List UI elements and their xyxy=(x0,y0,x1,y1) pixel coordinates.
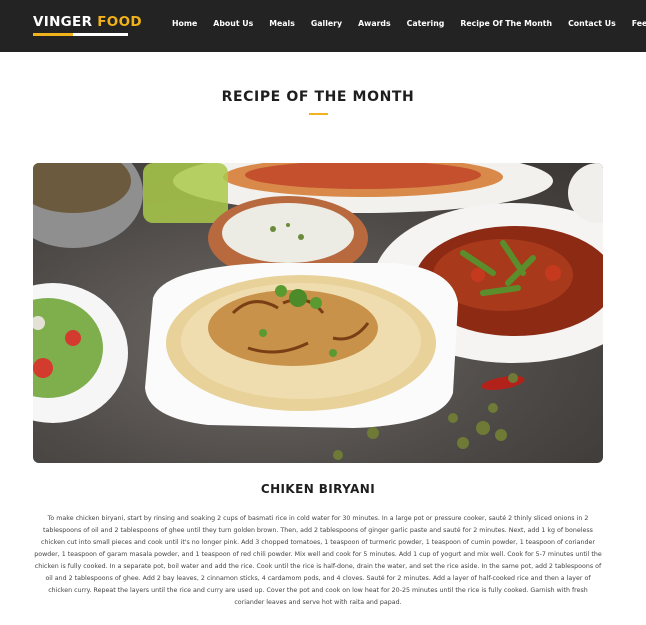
recipe-hero-image xyxy=(33,163,603,463)
nav-link-recipe-of-the-month[interactable]: Recipe Of The Month xyxy=(460,19,552,28)
nav-link-awards[interactable]: Awards xyxy=(358,19,391,28)
brand-name-part1: VINGER xyxy=(33,14,93,30)
section-title: RECIPE OF THE MONTH xyxy=(221,89,415,105)
logo-underline xyxy=(33,33,128,36)
top-navbar: VINGER FOOD Home About Us Meals Gallery … xyxy=(0,0,646,52)
recipe-title: CHIKEN BIRYANI xyxy=(260,482,376,496)
recipe-description: To make chicken biryani, start by rinsin… xyxy=(34,515,602,606)
nav-link-gallery[interactable]: Gallery xyxy=(311,19,342,28)
nav-link-contact-us[interactable]: Contact Us xyxy=(568,19,616,28)
main-nav: Home About Us Meals Gallery Awards Cater… xyxy=(172,19,646,28)
brand-name-part2: FOOD xyxy=(97,14,142,30)
nav-link-meals[interactable]: Meals xyxy=(269,19,295,28)
nav-link-about-us[interactable]: About Us xyxy=(213,19,253,28)
section-title-underline xyxy=(309,113,328,115)
brand-logo[interactable]: VINGER FOOD xyxy=(33,14,142,36)
biryani-photo-illustration xyxy=(33,163,603,460)
nav-link-catering[interactable]: Catering xyxy=(407,19,445,28)
nav-link-feedback[interactable]: Feedback xyxy=(632,19,646,28)
nav-link-home[interactable]: Home xyxy=(172,19,197,28)
